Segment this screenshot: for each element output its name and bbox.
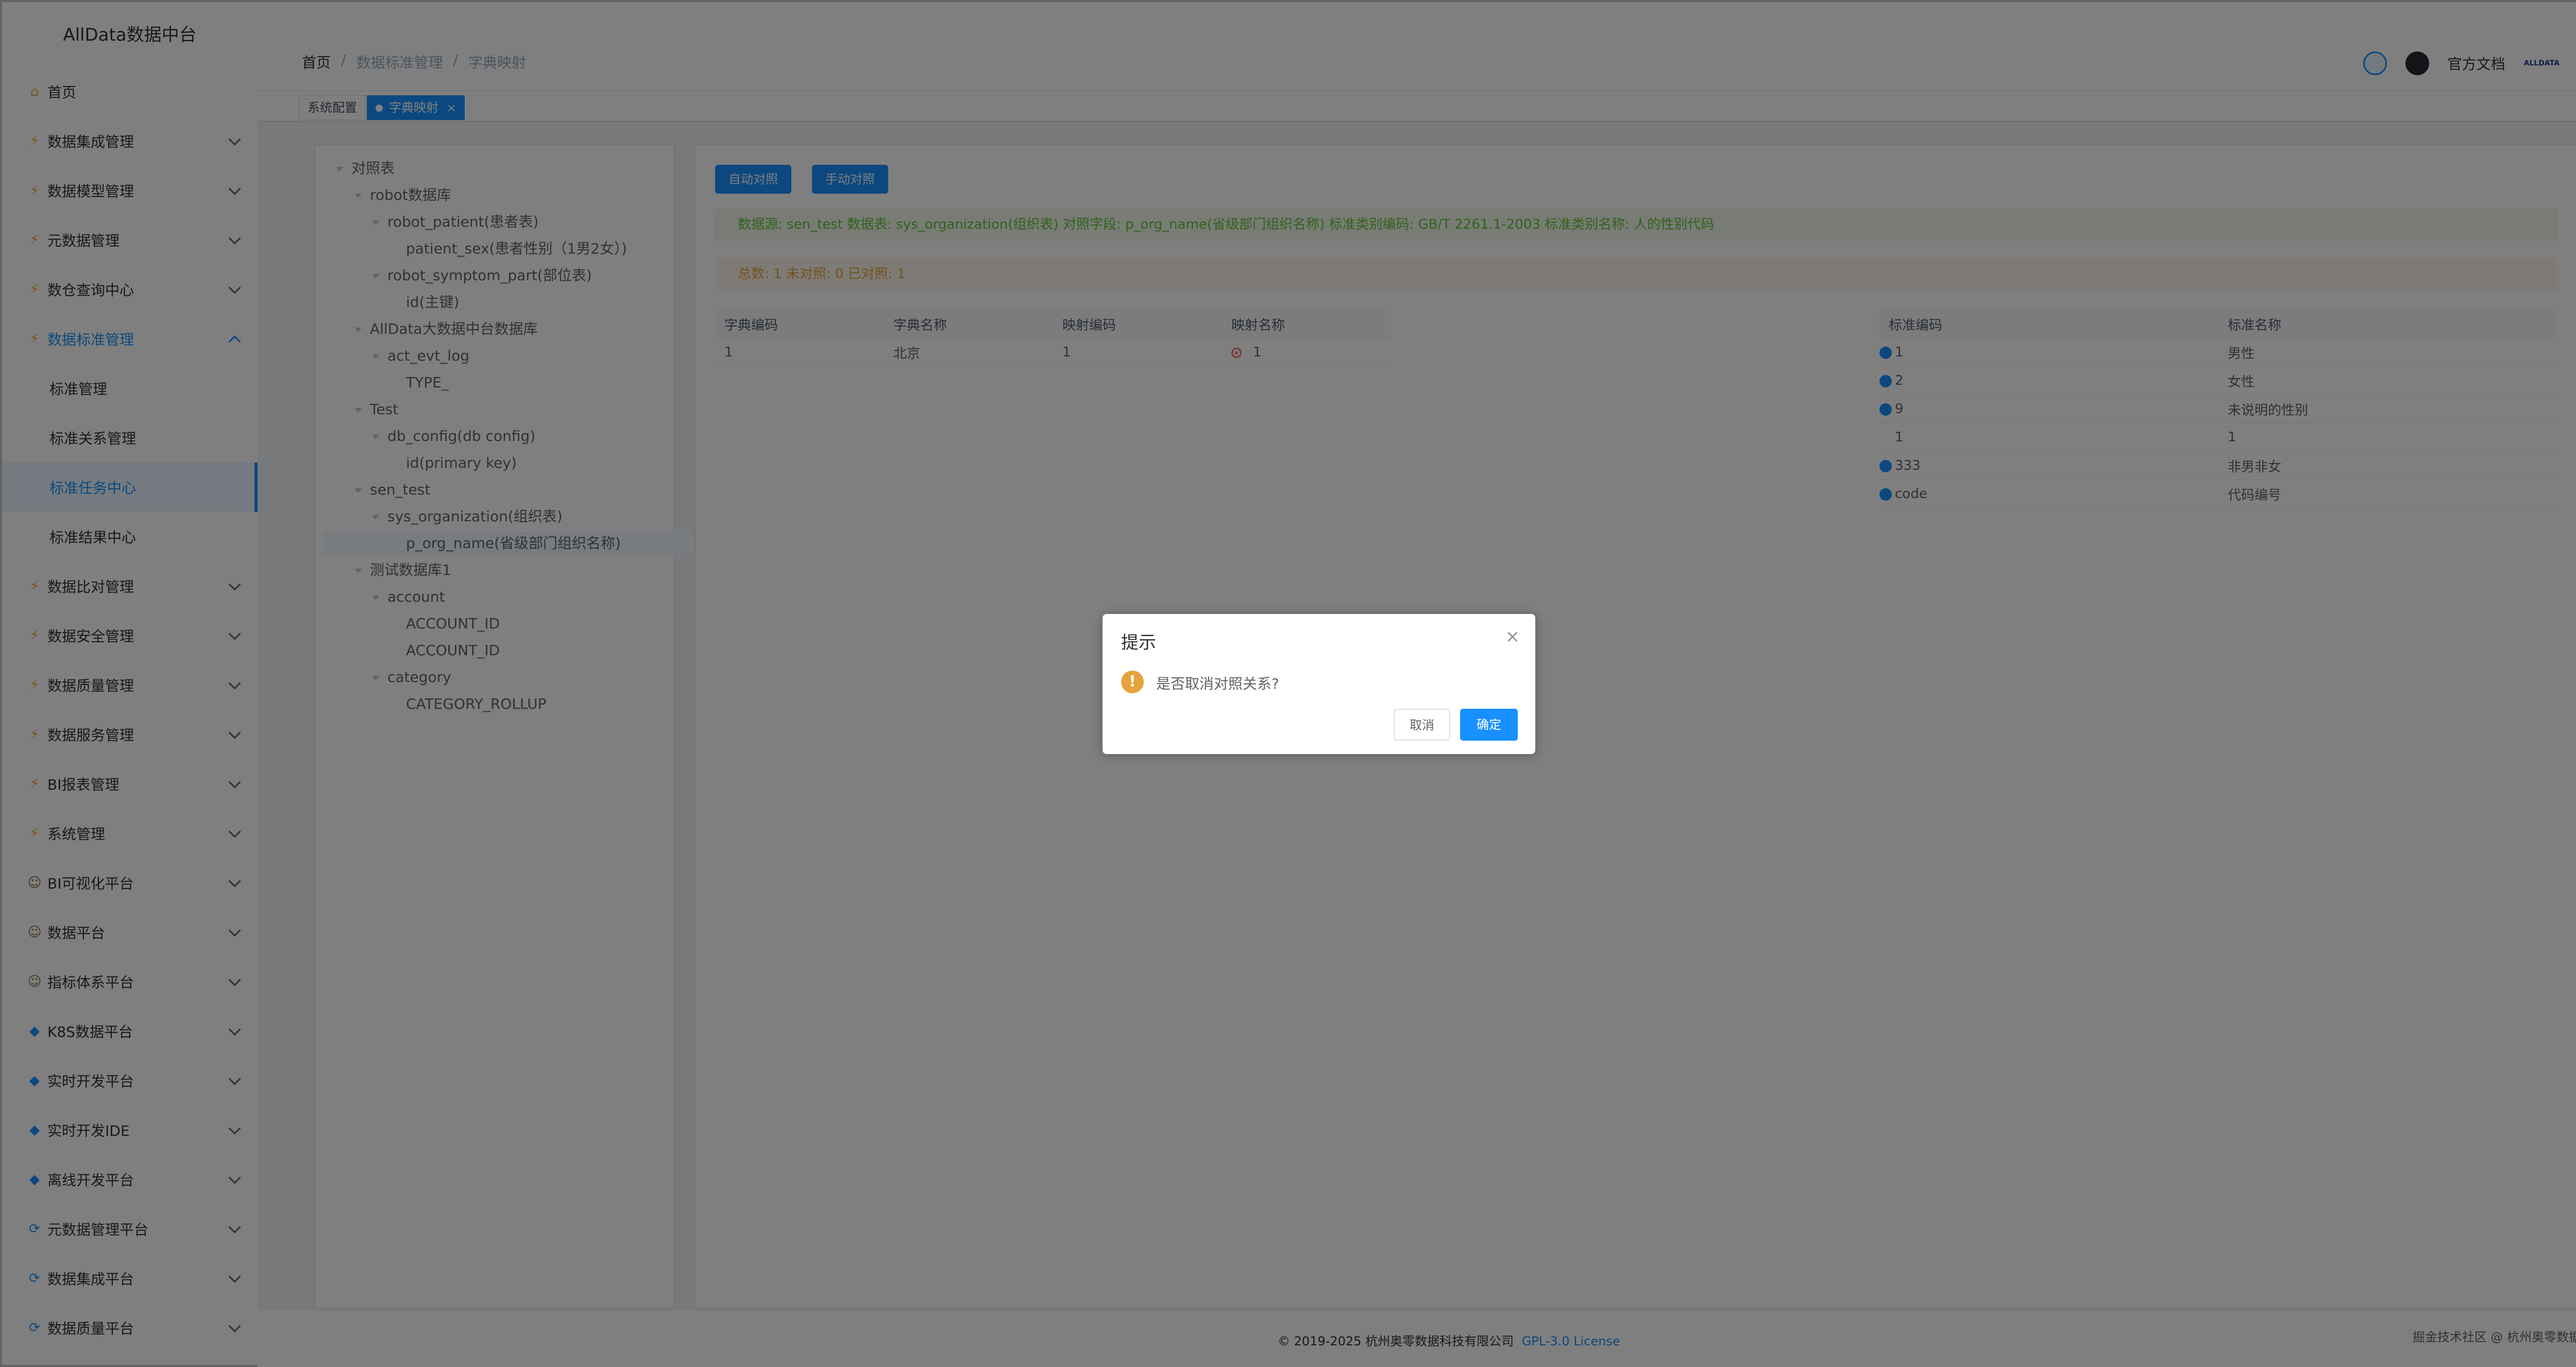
cancel-button[interactable]: 取消 (1394, 709, 1450, 741)
confirm-dialog: 提示 × ! 是否取消对照关系? 取消 确定 (1103, 614, 1535, 754)
warning-icon: ! (1121, 671, 1144, 693)
close-icon[interactable]: × (1505, 626, 1520, 647)
dialog-message: 是否取消对照关系? (1156, 675, 1279, 692)
dialog-title: 提示 (1121, 633, 1156, 653)
confirm-button[interactable]: 确定 (1460, 709, 1518, 741)
